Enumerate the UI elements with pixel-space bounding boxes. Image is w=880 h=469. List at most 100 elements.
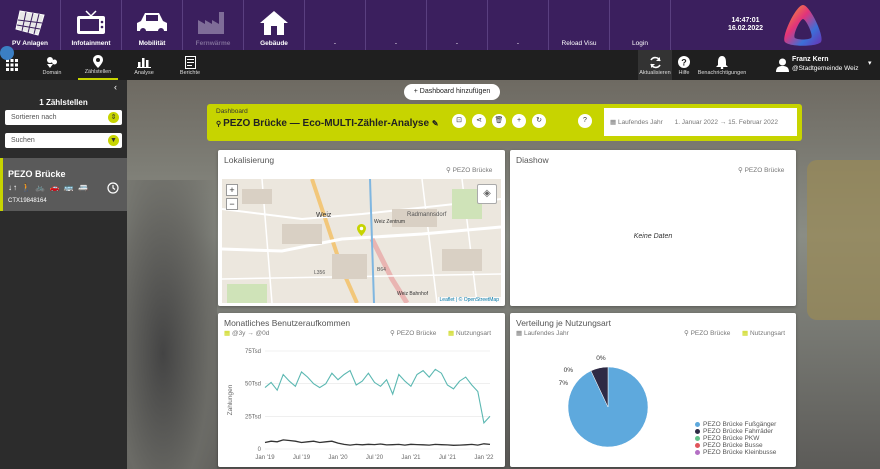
range-from: 1. Januar 2022: [674, 119, 718, 126]
map-label-bahnhof: Weiz Bahnhof: [397, 291, 429, 297]
range-label: Laufendes Jahr: [617, 119, 663, 126]
tab-berichte[interactable]: Berichte: [170, 50, 210, 80]
bar-chart-icon: [137, 54, 151, 70]
dashboard-title-text: PEZO Brücke — Eco-MULTI-Zähler-Analyse: [223, 118, 430, 129]
app-factory: Fernwärme: [183, 0, 244, 50]
legend-label: PEZO Brücke Fußgänger: [703, 421, 777, 428]
edit-icon[interactable]: ✎: [432, 119, 439, 128]
app-slot-9[interactable]: Reload Visu: [549, 0, 610, 50]
map-marker-icon[interactable]: [357, 224, 366, 238]
report-icon: [184, 54, 196, 70]
refresh-button[interactable]: Aktualisieren: [636, 50, 674, 80]
map-tiles: [222, 179, 501, 303]
notifications-button[interactable]: Benachrichtigungen: [696, 50, 748, 80]
collapse-chevron-icon[interactable]: ‹: [114, 82, 117, 92]
house-icon: [258, 6, 290, 40]
delete-icon[interactable]: 🗑: [492, 114, 506, 128]
tab-zaehlstellen[interactable]: Zählstellen: [78, 50, 118, 80]
help-label: Hilfe: [678, 70, 690, 76]
x-tick-label: Jul '21: [439, 455, 457, 461]
refresh-label: Aktualisieren: [639, 70, 671, 76]
usage-period: ▦ Laufendes Jahr: [516, 330, 569, 337]
slideshow-card: Diashow ⚲ PEZO Brücke Keine Daten: [510, 150, 796, 306]
reload-icon[interactable]: ↻: [532, 114, 546, 128]
nav-bar: Domain Zählstellen Analyse Berichte Aktu…: [0, 46, 880, 80]
solar-panel-icon: [14, 6, 46, 40]
pie-legend-item[interactable]: PEZO Brücke Fußgänger: [695, 421, 776, 428]
slideshow-location-text: PEZO Brücke: [744, 167, 785, 174]
date-range-picker[interactable]: ▦ Laufendes Jahr 1. Januar 2022 → 15. Fe…: [604, 108, 797, 136]
series-line-1: [264, 368, 491, 425]
apps-grid-icon[interactable]: [6, 59, 18, 73]
app-label: -: [333, 40, 337, 47]
save-icon[interactable]: ⊡: [452, 114, 466, 128]
usage-location-text: PEZO Brücke: [690, 330, 731, 337]
add-widget-icon[interactable]: +: [512, 114, 526, 128]
zoom-out-button[interactable]: −: [226, 198, 238, 210]
legend-label: PEZO Brücke Kleinbusse: [703, 449, 777, 456]
map-location-text: PEZO Brücke: [452, 167, 493, 174]
x-tick-label: Jul '20: [366, 455, 384, 461]
usage-period-text: Laufendes Jahr: [523, 330, 569, 337]
zoom-in-button[interactable]: +: [226, 184, 238, 196]
app-car[interactable]: Mobilität: [122, 0, 183, 50]
station-id: CTX19848164: [8, 198, 47, 204]
range-separator: →: [719, 119, 727, 126]
monthly-card-title: Monatliches Benutzeraufkommen: [224, 318, 351, 328]
chevron-down-icon[interactable]: ▾: [868, 59, 872, 67]
help-button[interactable]: ? Hilfe: [672, 50, 696, 80]
usage-distribution-card: Verteilung je Nutzungsart ▦ Laufendes Ja…: [510, 313, 796, 467]
station-list-item[interactable]: PEZO Brücke ↓↑ 🚶 🚲 🚗 🚌 🚐 CTX19848164: [0, 158, 127, 211]
app-solar-panel[interactable]: PV Anlagen: [0, 0, 61, 50]
app-tv[interactable]: Infotainment: [61, 0, 122, 50]
map-view[interactable]: + − ◈ Weiz Weiz Zentrum Radmannsdorf Wei…: [222, 179, 501, 303]
app-label: Gebäude: [260, 40, 288, 47]
app-house[interactable]: Gebäude: [244, 0, 305, 50]
share-icon[interactable]: ⋖: [472, 114, 486, 128]
monthly-location: ⚲ PEZO Brücke: [390, 330, 437, 337]
svg-text:?: ?: [681, 58, 687, 68]
app-slot-8[interactable]: -: [488, 0, 549, 50]
monthly-location-text: PEZO Brücke: [396, 330, 437, 337]
search-input[interactable]: Suchen ▼: [5, 133, 122, 148]
app-slot-10[interactable]: Login: [610, 0, 671, 50]
help-icon: ?: [678, 54, 690, 70]
help-icon[interactable]: ?: [578, 114, 592, 128]
pie-legend-item[interactable]: PEZO Brücke Kleinbusse: [695, 449, 776, 456]
legend-swatch: [695, 428, 700, 434]
tab-analyse[interactable]: Analyse: [124, 50, 164, 80]
station-mode-icons: ↓↑ 🚶 🚲 🚗 🚌 🚐: [8, 183, 89, 192]
app-slot-6[interactable]: -: [366, 0, 427, 50]
usage-type-text: Nutzungsart: [749, 330, 786, 337]
tab-domain[interactable]: Domain: [32, 50, 72, 80]
map-attribution[interactable]: Leaflet | © OpenStreetMap: [437, 297, 501, 303]
legend-swatch: [695, 421, 700, 427]
clock: 14:47:01 16.02.2022: [728, 17, 763, 33]
monthly-type-text: Nutzungsart: [455, 330, 492, 337]
tab-domain-label: Domain: [42, 70, 62, 76]
filter-icon[interactable]: ▼: [108, 135, 119, 146]
x-tick-label: Jan '22: [474, 455, 494, 461]
pie-legend-item[interactable]: PEZO Brücke Fahrräder: [695, 428, 773, 435]
usage-card-title: Verteilung je Nutzungsart: [516, 318, 611, 328]
app-label: Login: [632, 40, 648, 47]
layers-icon[interactable]: ◈: [477, 184, 497, 204]
legend-label: PEZO Brücke PKW: [703, 435, 760, 442]
app-label: Reload Visu: [561, 40, 597, 47]
app-slot-5[interactable]: -: [305, 0, 366, 50]
clock-icon: [107, 182, 119, 196]
add-dashboard-button[interactable]: + Dashboard hinzufügen: [404, 84, 500, 100]
slideshow-card-location: ⚲ PEZO Brücke: [738, 167, 785, 174]
app-slot-7[interactable]: -: [427, 0, 488, 50]
pie-legend-item[interactable]: PEZO Brücke PKW: [695, 435, 759, 442]
sort-toggle-icon[interactable]: ⇕: [108, 112, 119, 123]
y-tick-label: 0: [258, 447, 262, 453]
clock-time: 14:47:01: [731, 17, 760, 24]
tab-analyse-label: Analyse: [134, 70, 154, 76]
sort-select[interactable]: Sortieren nach ⇕: [5, 110, 122, 125]
pie-legend-item[interactable]: PEZO Brücke Busse: [695, 442, 763, 449]
slideshow-empty-text: Keine Daten: [633, 233, 673, 240]
usage-pie-chart: 93%7%0%0%: [559, 355, 649, 448]
app-label: -: [455, 40, 459, 47]
clock-date: 16.02.2022: [728, 25, 764, 32]
